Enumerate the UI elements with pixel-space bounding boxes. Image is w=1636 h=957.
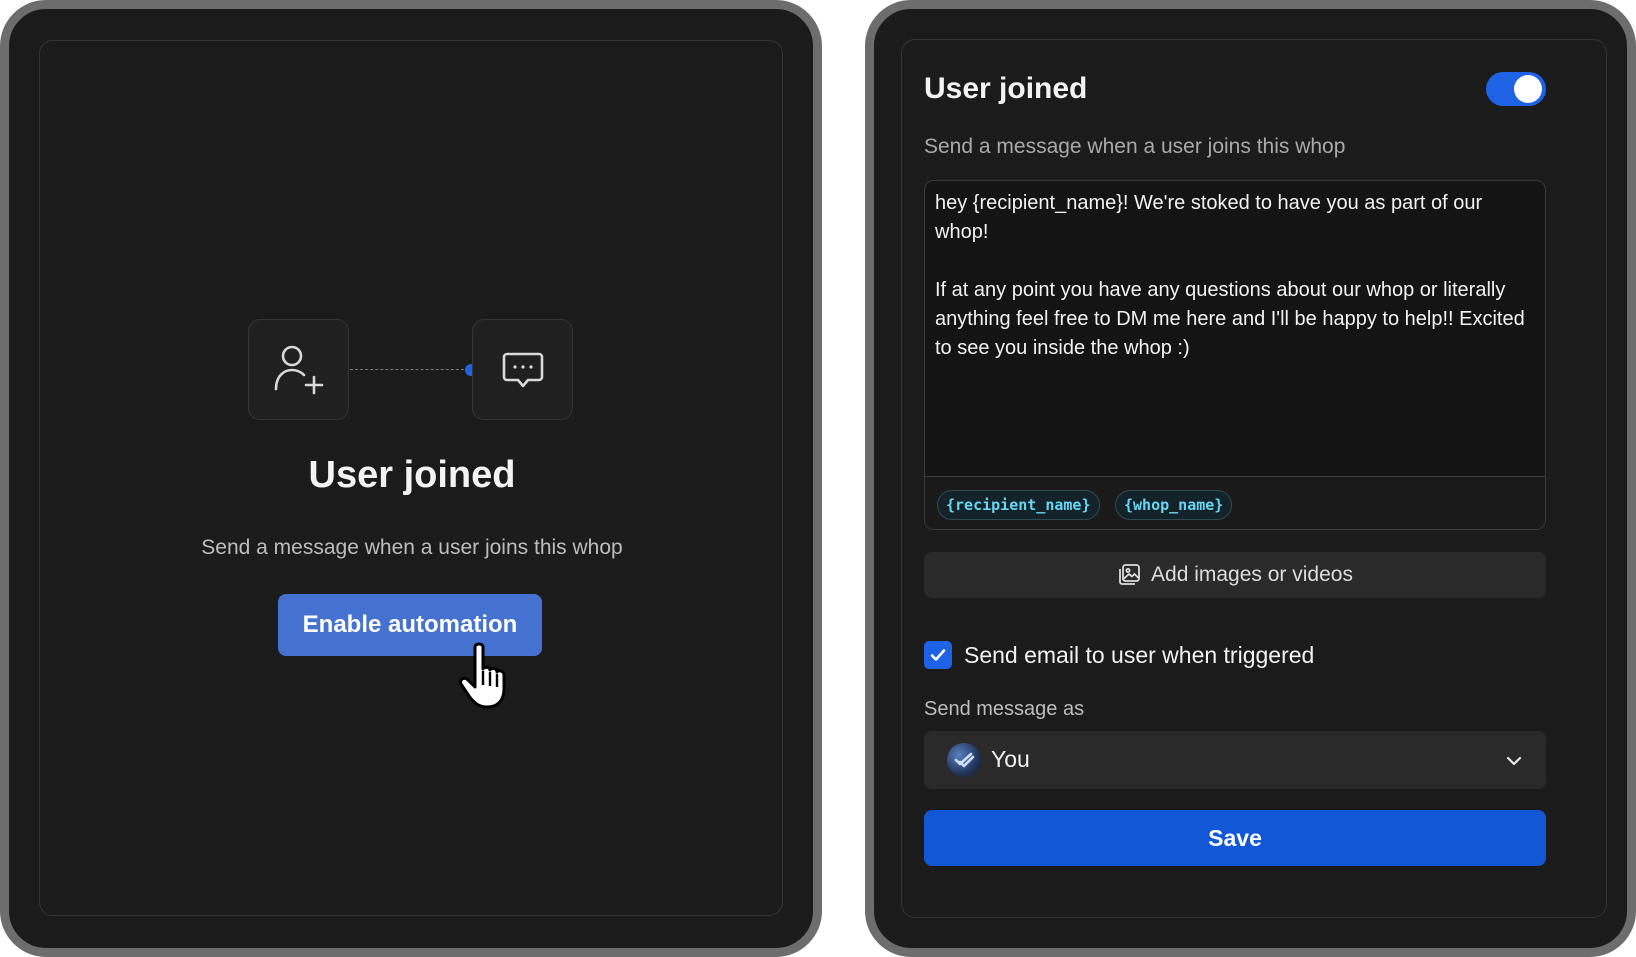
add-media-button[interactable]: Add images or videos xyxy=(924,552,1546,598)
toggle-knob xyxy=(1514,75,1542,103)
chat-bubble-icon xyxy=(502,352,543,387)
automation-description: Send a message when a user joins this wh… xyxy=(201,536,623,559)
action-node xyxy=(472,319,573,420)
settings-title: User joined xyxy=(924,72,1088,105)
trigger-node xyxy=(248,319,349,420)
left-device-frame: User joined Send a message when a user j… xyxy=(0,0,822,957)
image-gallery-icon xyxy=(1119,564,1140,585)
automation-toggle[interactable] xyxy=(1486,72,1546,106)
automation-title: User joined xyxy=(308,454,516,496)
checkmark-logo-icon xyxy=(954,752,975,768)
send-email-label[interactable]: Send email to user when triggered xyxy=(964,642,1314,669)
avatar xyxy=(947,743,981,777)
variable-chip-whop-name[interactable]: {whop_name} xyxy=(1115,490,1233,520)
automation-settings-card: User joined Send a message when a user j… xyxy=(901,39,1607,918)
sender-select[interactable]: You xyxy=(924,731,1546,789)
user-add-icon xyxy=(274,345,323,394)
connector-line xyxy=(350,369,474,370)
sender-name: You xyxy=(991,746,1030,772)
add-media-label: Add images or videos xyxy=(1151,563,1353,586)
right-device-frame: User joined Send a message when a user j… xyxy=(865,0,1636,957)
checkmark-icon xyxy=(930,649,946,661)
hand-pointer-icon xyxy=(459,642,506,709)
chevron-down-icon xyxy=(1506,756,1522,766)
message-editor[interactable]: hey {recipient_name}! We're stoked to ha… xyxy=(924,180,1546,530)
automation-card: User joined Send a message when a user j… xyxy=(39,40,783,916)
variables-bar: {recipient_name} {whop_name} xyxy=(925,476,1545,529)
send-as-label: Send message as xyxy=(924,698,1085,720)
variable-chip-recipient-name[interactable]: {recipient_name} xyxy=(937,490,1100,520)
settings-description: Send a message when a user joins this wh… xyxy=(924,135,1346,158)
save-button[interactable]: Save xyxy=(924,810,1546,866)
send-email-checkbox[interactable] xyxy=(924,641,952,669)
message-textarea[interactable]: hey {recipient_name}! We're stoked to ha… xyxy=(935,189,1537,474)
